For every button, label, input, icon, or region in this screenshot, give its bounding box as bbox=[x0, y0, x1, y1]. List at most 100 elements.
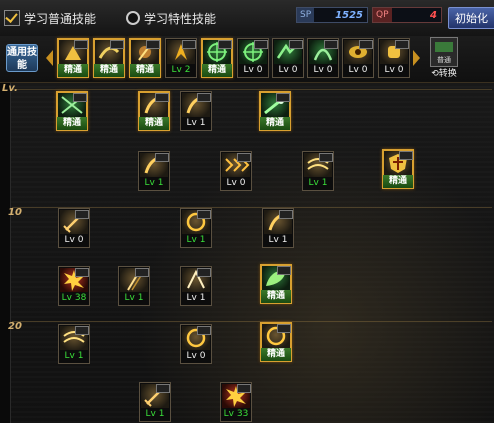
level-badge-icon bbox=[75, 268, 89, 277]
level-badge-icon bbox=[276, 93, 290, 102]
tree-skill-slot[interactable]: 精通 bbox=[382, 149, 414, 189]
top-bar: 学习普通技能 学习特性技能 SP 1525 QP 4 初始化 bbox=[0, 0, 494, 37]
level-badge-icon bbox=[218, 40, 232, 49]
level-badge-icon bbox=[110, 40, 124, 49]
tree-skill-slot[interactable]: Lv 1 bbox=[139, 382, 171, 422]
tree-skill-slot[interactable]: Lv 1 bbox=[118, 266, 150, 306]
level-badge-icon bbox=[155, 93, 169, 102]
skill-caption: Lv 1 bbox=[186, 118, 206, 128]
skill-caption: Lv 38 bbox=[61, 293, 87, 303]
tree-skill-slot[interactable]: Lv 1 bbox=[302, 151, 334, 191]
skill-caption: 精通 bbox=[261, 348, 291, 361]
level-scrollbar[interactable] bbox=[0, 83, 11, 423]
common-skill-slot[interactable]: Lv 0 bbox=[237, 38, 269, 78]
common-skill-slot[interactable]: 精通 bbox=[201, 38, 233, 78]
level-badge-icon bbox=[395, 40, 409, 49]
tab-trait-skills[interactable]: 学习特性技能 bbox=[126, 9, 216, 27]
tree-skill-slot[interactable]: 精通 bbox=[56, 91, 88, 131]
qp-label: QP bbox=[373, 8, 392, 22]
tree-skill-slot[interactable]: Lv 1 bbox=[262, 208, 294, 248]
skill-caption: Lv 0 bbox=[64, 235, 84, 245]
tree-skill-slot[interactable]: Lv 0 bbox=[58, 208, 90, 248]
tree-skill-slot[interactable]: Lv 1 bbox=[180, 91, 212, 131]
common-skill-slot[interactable]: Lv 0 bbox=[378, 38, 410, 78]
common-skill-slot[interactable]: Lv 0 bbox=[272, 38, 304, 78]
switch-arrow-icon: ⟲ bbox=[431, 69, 439, 79]
tree-skill-slot[interactable]: 精通 bbox=[260, 264, 292, 304]
tree-skill-slot[interactable]: Lv 1 bbox=[58, 324, 90, 364]
tree-skill-slot[interactable]: 精通 bbox=[259, 91, 291, 131]
level-badge-icon bbox=[237, 384, 251, 393]
common-skill-slot[interactable]: 精通 bbox=[129, 38, 161, 78]
common-skill-slot[interactable]: 精通 bbox=[57, 38, 89, 78]
tree-skill-slot[interactable]: Lv 1 bbox=[138, 151, 170, 191]
level-badge-icon bbox=[277, 266, 291, 275]
switch-type-button[interactable]: 普通 ⟲转换 bbox=[426, 36, 462, 80]
tree-skill-slot[interactable]: Lv 33 bbox=[220, 382, 252, 422]
tree-skill-slot[interactable]: 精通 bbox=[260, 322, 292, 362]
radio-icon bbox=[126, 11, 140, 25]
tree-skill-slot[interactable]: 精通 bbox=[138, 91, 170, 131]
skill-caption: Lv 1 bbox=[186, 293, 206, 303]
skill-caption: 精通 bbox=[130, 64, 160, 77]
level-badge-icon bbox=[399, 151, 413, 160]
skill-caption: 精通 bbox=[139, 117, 169, 130]
skill-caption: 精通 bbox=[94, 64, 124, 77]
level-badge-icon bbox=[182, 40, 196, 49]
tree-skill-slot[interactable]: Lv 38 bbox=[58, 266, 90, 306]
skill-caption: Lv 0 bbox=[348, 65, 368, 75]
level-badge-icon bbox=[359, 40, 373, 49]
level-badge-icon bbox=[324, 40, 338, 49]
level-badge-icon bbox=[197, 268, 211, 277]
level-badge-icon bbox=[319, 153, 333, 162]
sp-label: SP bbox=[297, 8, 315, 22]
tree-skill-slot[interactable]: Lv 1 bbox=[180, 208, 212, 248]
skill-caption: Lv 1 bbox=[124, 293, 144, 303]
level-badge-icon bbox=[73, 93, 87, 102]
level-label-20: 20 bbox=[8, 321, 22, 332]
skill-caption: Lv 0 bbox=[243, 65, 263, 75]
skill-caption: Lv 2 bbox=[171, 65, 191, 75]
skill-window: 学习普通技能 学习特性技能 SP 1525 QP 4 初始化 通用技能 精通 精通… bbox=[0, 0, 494, 423]
skill-caption: Lv 1 bbox=[186, 235, 206, 245]
level-badge-icon bbox=[74, 40, 88, 49]
tab-normal-skills[interactable]: 学习普通技能 bbox=[4, 9, 96, 27]
tree-skill-slot[interactable]: Lv 0 bbox=[220, 151, 252, 191]
level-badge-icon bbox=[197, 326, 211, 335]
level-badge-icon bbox=[279, 210, 293, 219]
level-divider bbox=[12, 89, 492, 90]
skill-caption: Lv 0 bbox=[384, 65, 404, 75]
skill-caption: 精通 bbox=[58, 64, 88, 77]
common-skill-slot[interactable]: 精通 bbox=[93, 38, 125, 78]
tab-label: 学习普通技能 bbox=[24, 11, 97, 26]
switch-label-text: 转换 bbox=[438, 69, 457, 79]
scroll-right-arrow[interactable] bbox=[413, 50, 420, 66]
skill-caption: Lv 0 bbox=[226, 178, 246, 188]
sp-counter: SP 1525 bbox=[296, 7, 368, 23]
common-skill-slot[interactable]: Lv 2 bbox=[165, 38, 197, 78]
common-skill-slot[interactable]: Lv 0 bbox=[342, 38, 374, 78]
skill-caption: Lv 0 bbox=[313, 65, 333, 75]
sp-value: 1525 bbox=[335, 9, 363, 21]
switch-label: ⟲转换 bbox=[426, 66, 462, 79]
tree-skill-slot[interactable]: Lv 0 bbox=[180, 324, 212, 364]
qp-value: 4 bbox=[430, 9, 437, 21]
level-badge-icon bbox=[155, 153, 169, 162]
skill-caption: Lv 1 bbox=[145, 409, 165, 419]
switch-icon-box: 普通 bbox=[430, 37, 458, 67]
skill-caption: Lv 0 bbox=[186, 351, 206, 361]
tree-skill-slot[interactable]: Lv 1 bbox=[180, 266, 212, 306]
level-divider bbox=[12, 321, 492, 322]
switch-box-label: 普通 bbox=[437, 55, 451, 64]
initialize-button[interactable]: 初始化 bbox=[448, 7, 494, 29]
level-badge-icon bbox=[146, 40, 160, 49]
checkbox-icon bbox=[4, 10, 20, 26]
scroll-left-arrow[interactable] bbox=[46, 50, 53, 66]
skill-caption: Lv 1 bbox=[144, 178, 164, 188]
skill-caption: Lv 33 bbox=[223, 409, 249, 419]
common-skill-slot[interactable]: Lv 0 bbox=[307, 38, 339, 78]
level-badge-icon bbox=[75, 326, 89, 335]
level-badge-icon bbox=[75, 210, 89, 219]
tab-label: 学习特性技能 bbox=[144, 11, 217, 26]
level-badge-icon bbox=[197, 210, 211, 219]
